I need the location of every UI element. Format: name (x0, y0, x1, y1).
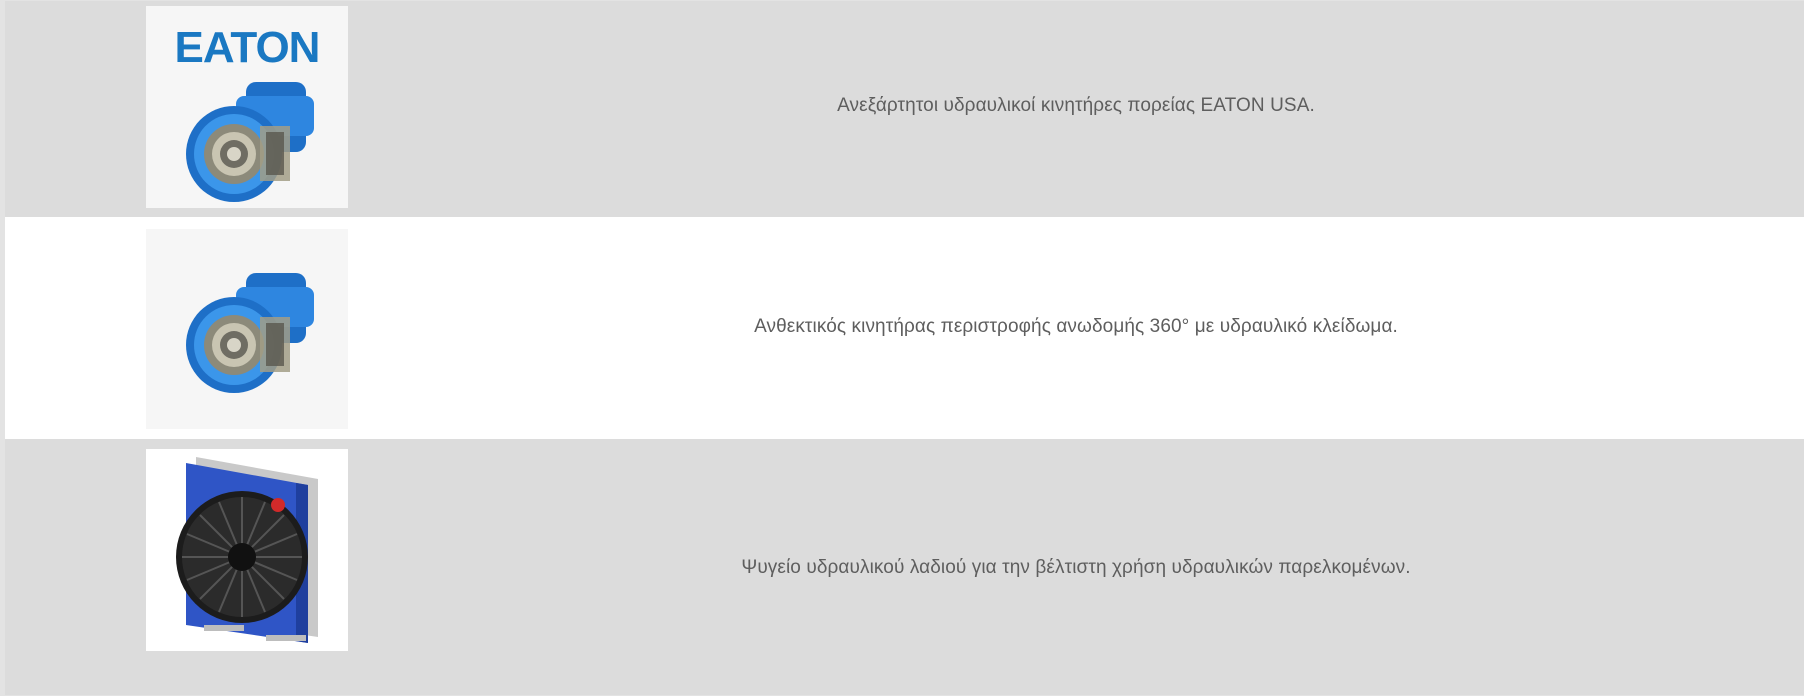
product-row: Ψυγείο υδραυλικού λαδιού για την βέλτιστ… (5, 439, 1804, 695)
product-description: Ανθεκτικός κινητήρας περιστροφής ανωδομή… (754, 316, 1398, 337)
product-description: Ψυγείο υδραυλικού λαδιού για την βέλτιστ… (741, 557, 1411, 578)
product-image-eaton-motor[interactable]: EATON (146, 6, 348, 208)
motor-with-logo-icon: EATON (175, 23, 320, 202)
hydraulic-motor-icon (186, 273, 314, 393)
product-row: Ανθεκτικός κινητήρας περιστροφής ανωδομή… (5, 217, 1804, 439)
oil-cooler-icon (176, 457, 318, 643)
product-row: EATON Ανεξάρτητοι υδραυλικοί κινητήρες π… (5, 1, 1804, 217)
product-image-slew-motor[interactable] (146, 229, 348, 429)
product-image-oil-cooler[interactable] (146, 449, 348, 651)
product-list: EATON Ανεξάρτητοι υδραυλικοί κινητήρες π… (0, 0, 1804, 696)
eaton-logo: EATON (175, 23, 320, 72)
product-description: Ανεξάρτητοι υδραυλικοί κινητήρες πορείας… (837, 95, 1315, 116)
